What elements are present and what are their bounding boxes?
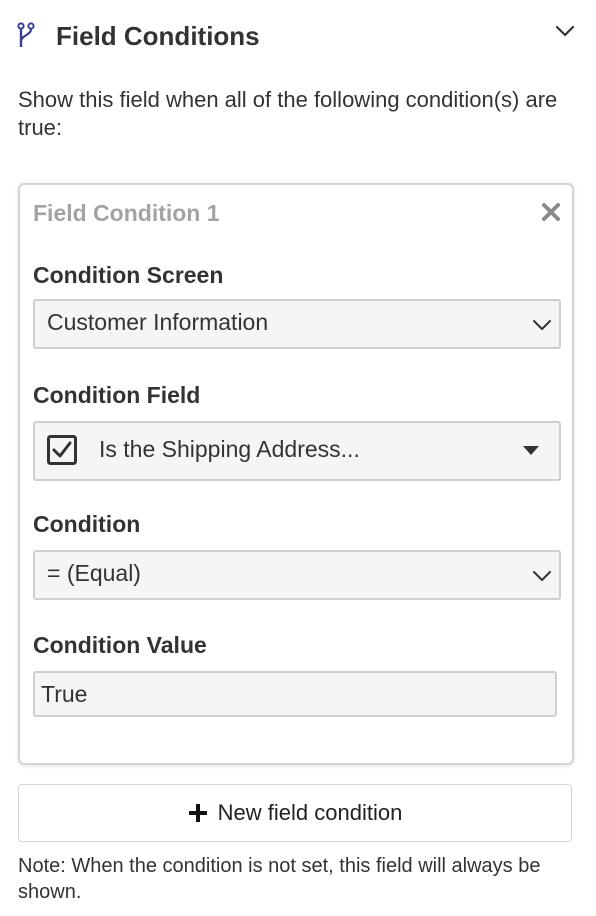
condition-screen-label: Condition Screen [33, 262, 224, 288]
condition-value-input[interactable] [33, 671, 557, 717]
condition-card-title: Field Condition 1 [33, 200, 220, 226]
condition-screen-select[interactable]: Customer Information [33, 299, 561, 349]
new-field-condition-label: New field condition [217, 800, 403, 825]
panel-header: Field Conditions [0, 0, 596, 72]
condition-screen-value: Customer Information [47, 309, 269, 335]
checkbox-checked-icon [47, 435, 77, 465]
condition-field-label: Condition Field [33, 382, 201, 408]
chevron-down-icon [533, 571, 551, 581]
condition-operator-select[interactable]: = (Equal) [33, 550, 561, 600]
close-icon[interactable] [540, 201, 562, 223]
chevron-down-icon[interactable] [552, 20, 578, 42]
panel-title: Field Conditions [56, 21, 260, 51]
condition-field-select[interactable]: Is the Shipping Address... [33, 421, 561, 481]
condition-value-label: Condition Value [33, 632, 207, 658]
condition-card: Field Condition 1 Condition Screen Custo… [18, 183, 574, 765]
caret-down-icon [523, 446, 539, 455]
chevron-down-icon [533, 320, 551, 330]
note-text: Note: When the condition is not set, thi… [18, 855, 541, 903]
branch-icon [17, 22, 35, 47]
panel-description: Show this field when all of the followin… [18, 87, 558, 140]
condition-operator-value: = (Equal) [47, 560, 141, 586]
new-field-condition-button[interactable]: New field condition [18, 784, 572, 842]
condition-label: Condition [33, 511, 141, 537]
condition-field-value: Is the Shipping Address... [99, 436, 360, 462]
plus-icon [188, 804, 207, 822]
